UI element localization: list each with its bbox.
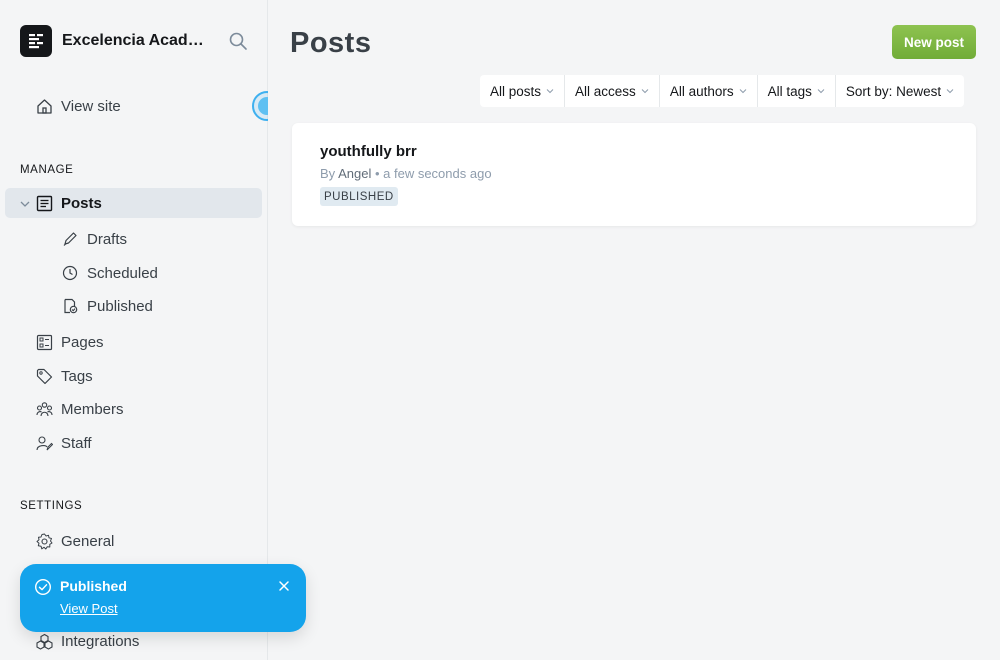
filter-label: Sort by: Newest — [845, 83, 942, 99]
post-by-label: By — [320, 166, 336, 181]
chevron-down-icon — [817, 89, 825, 94]
chevron-down-icon — [641, 89, 649, 94]
filter-bar: All posts All access All authors All tag… — [480, 75, 965, 107]
posts-icon — [35, 194, 53, 212]
sidebar-item-label: Integrations — [61, 632, 140, 650]
post-time: a few seconds ago — [383, 166, 492, 181]
filter-access-select[interactable]: All access — [565, 75, 660, 107]
sidebar-item-posts[interactable]: Posts — [5, 188, 262, 218]
chevron-down-icon — [546, 89, 554, 94]
manage-section-label: MANAGE — [20, 164, 74, 176]
sidebar-item-general[interactable]: General — [5, 526, 262, 556]
filter-label: All access — [575, 83, 636, 99]
notification-toast: Published View Post — [20, 564, 306, 632]
brand[interactable]: Excelencia Academy — [20, 25, 212, 57]
sidebar-item-label: Published — [87, 297, 153, 315]
sidebar-item-label: Pages — [61, 333, 104, 351]
staff-icon — [35, 434, 53, 452]
gear-icon — [35, 532, 53, 550]
chevron-down-icon — [739, 89, 746, 94]
filter-authors-select[interactable]: All authors — [660, 75, 758, 107]
pencil-icon — [61, 230, 79, 248]
site-name: Excelencia Academy — [62, 32, 212, 49]
post-list-item[interactable]: youthfully brr By Angel • a few seconds … — [292, 123, 976, 226]
tag-icon — [35, 367, 53, 385]
sidebar-item-staff[interactable]: Staff — [5, 428, 262, 458]
new-post-button[interactable]: New post — [892, 25, 976, 59]
sidebar-item-pages[interactable]: Pages — [5, 327, 262, 357]
post-author: Angel — [338, 166, 372, 181]
chevron-down-icon — [946, 89, 954, 94]
search-icon[interactable] — [228, 31, 248, 51]
sidebar-item-label: Drafts — [87, 230, 128, 248]
sidebar: Excelencia Academy View site MANAGE Post… — [0, 0, 282, 660]
sidebar-item-scheduled[interactable]: Scheduled — [5, 258, 262, 288]
post-meta: By Angel • a few seconds ago — [320, 166, 492, 181]
logo-icon — [20, 25, 52, 57]
status-badge: PUBLISHED — [320, 187, 398, 206]
view-site-label: View site — [61, 97, 121, 115]
sidebar-item-label: General — [61, 532, 115, 550]
sidebar-item-label: Members — [61, 400, 124, 418]
sidebar-item-label: Tags — [61, 367, 93, 385]
chevron-down-icon[interactable] — [19, 197, 31, 209]
sidebar-item-drafts[interactable]: Drafts — [5, 224, 262, 254]
view-site-link[interactable]: View site — [5, 91, 262, 121]
filter-tags-select[interactable]: All tags — [758, 75, 836, 107]
filter-label: All authors — [669, 83, 734, 99]
pages-icon — [35, 333, 53, 351]
filter-label: All posts — [490, 83, 542, 99]
filter-type-select[interactable]: All posts — [480, 75, 566, 107]
sidebar-item-label: Posts — [61, 194, 102, 212]
view-post-link[interactable]: View Post — [60, 601, 118, 616]
toast-title: Published — [60, 578, 127, 594]
home-icon — [35, 97, 53, 115]
check-circle-icon — [34, 578, 52, 596]
published-icon — [61, 297, 79, 315]
sidebar-item-label: Staff — [61, 434, 92, 452]
clock-icon — [61, 264, 79, 282]
settings-section-label: SETTINGS — [20, 500, 83, 512]
filter-label: All tags — [767, 83, 812, 99]
page-title: Posts — [290, 27, 372, 59]
sidebar-item-members[interactable]: Members — [5, 394, 262, 424]
sidebar-item-label: Scheduled — [87, 264, 158, 282]
sidebar-item-published[interactable]: Published — [5, 291, 262, 321]
main-content: Posts New post All posts All access All … — [268, 0, 1000, 660]
post-title[interactable]: youthfully brr — [320, 143, 417, 160]
members-icon — [35, 400, 53, 418]
sort-select[interactable]: Sort by: Newest — [836, 75, 964, 107]
sidebar-item-tags[interactable]: Tags — [5, 361, 262, 391]
integrations-icon — [35, 632, 53, 650]
close-icon[interactable] — [277, 579, 291, 593]
meta-separator: • — [374, 166, 380, 181]
